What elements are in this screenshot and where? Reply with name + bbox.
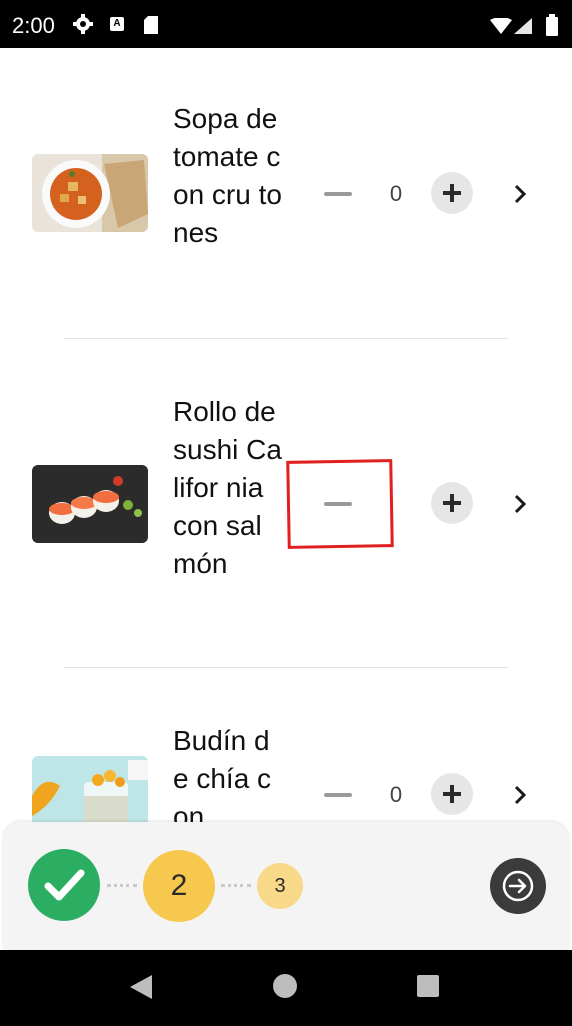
chevron-right-icon[interactable] xyxy=(510,182,530,206)
step-connector xyxy=(107,884,137,890)
step-2-current[interactable]: 2 xyxy=(143,850,215,922)
item-name[interactable]: Budín de chía con xyxy=(173,722,285,836)
list-item[interactable]: Sopa de tomate con cru tones 0 xyxy=(0,48,572,338)
chevron-right-icon[interactable] xyxy=(510,492,530,516)
list-item[interactable]: Budín de chía con 0 xyxy=(0,668,572,834)
increase-button[interactable] xyxy=(431,482,473,524)
status-time: 2:00 xyxy=(12,13,55,38)
sd-card-icon xyxy=(144,16,158,34)
arrow-right-icon xyxy=(502,870,534,902)
home-icon[interactable] xyxy=(273,974,297,998)
wifi-icon xyxy=(490,18,512,34)
signal-icon xyxy=(514,18,532,34)
next-button[interactable] xyxy=(490,858,546,914)
battery-icon xyxy=(546,14,558,36)
chevron-right-icon[interactable] xyxy=(510,783,530,807)
back-icon[interactable] xyxy=(128,974,154,1000)
increase-button[interactable] xyxy=(431,172,473,214)
step-connector xyxy=(221,884,251,890)
tomato-soup-image xyxy=(32,154,148,232)
plus-icon xyxy=(443,184,461,202)
highlight-box xyxy=(286,459,394,549)
recents-icon[interactable] xyxy=(417,975,439,997)
step-3-upcoming[interactable]: 3 xyxy=(257,863,303,909)
plus-icon xyxy=(443,494,461,512)
quantity-value: 0 xyxy=(389,782,403,807)
status-bar: 2:00 A xyxy=(0,0,572,48)
quantity-value: 0 xyxy=(389,181,403,206)
decrease-button[interactable] xyxy=(324,793,352,797)
increase-button[interactable] xyxy=(431,773,473,815)
sushi-roll-image xyxy=(32,465,148,543)
a-icon: A xyxy=(110,17,124,31)
decrease-button[interactable] xyxy=(324,192,352,196)
item-name[interactable]: Sopa de tomate con cru tones xyxy=(173,100,285,252)
check-icon xyxy=(44,869,85,901)
item-name[interactable]: Rollo de sushi Califor nia con salmón xyxy=(173,393,285,583)
step-indicator: 2 3 xyxy=(3,822,569,950)
step-1-completed[interactable] xyxy=(28,849,100,921)
plus-icon xyxy=(443,785,461,803)
gear-icon xyxy=(73,14,93,34)
